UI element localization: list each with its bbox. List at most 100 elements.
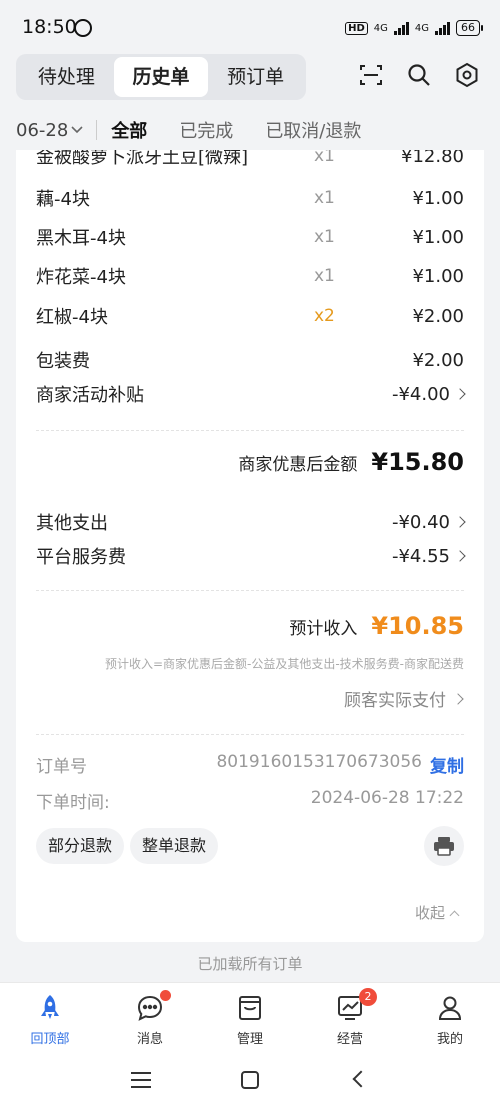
unread-dot (160, 990, 171, 1001)
merchant-subsidy-row[interactable]: 商家活动补贴 -¥4.00 (36, 382, 466, 406)
platform-fee-value: -¥4.55 (391, 545, 450, 567)
item-row: 藕-4块 x1 ¥1.00 (36, 186, 464, 211)
item-name: 炸花菜-4块 (36, 267, 126, 288)
back-icon[interactable] (352, 1070, 370, 1088)
network-label: 4G (373, 22, 388, 34)
packaging-row: 包装费 ¥2.00 (36, 348, 464, 373)
menu-icon[interactable] (131, 1072, 151, 1093)
filter-row: 06-28 全部 已完成 已取消/退款 (0, 112, 500, 148)
status-bar: 18:50 HD 4G 4G 66 (0, 0, 500, 60)
item-row: 炸花菜-4块 x1 ¥1.00 (36, 264, 464, 289)
expected-income-value: ¥10.85 (371, 612, 464, 640)
merchant-subsidy-value: -¥4.00 (391, 383, 450, 405)
other-expense-label: 其他支出 (36, 513, 108, 534)
item-row: 红椒-4块 x2 ¥2.00 (36, 304, 464, 329)
other-expense-row[interactable]: 其他支出 -¥0.40 (36, 510, 466, 534)
packaging-label: 包装费 (36, 351, 90, 372)
filter-tab-completed[interactable]: 已完成 (179, 117, 233, 143)
item-price: ¥1.00 (412, 187, 464, 209)
rocket-icon (41, 995, 59, 1019)
order-time-value: 2024-06-28 17:22 (310, 788, 464, 808)
system-nav-bar (0, 1052, 500, 1110)
platform-fee-label: 平台服务费 (36, 547, 126, 568)
item-name: 金被酸萝卜派牙土豆[微辣] (36, 150, 249, 168)
nav-item-business[interactable]: 2 经营 (300, 983, 400, 1052)
item-qty: x1 (314, 266, 335, 286)
divider (96, 120, 98, 140)
item-qty: x1 (314, 227, 335, 247)
item-name: 藕-4块 (36, 189, 90, 210)
search-icon[interactable] (406, 62, 432, 88)
print-button[interactable] (424, 826, 464, 866)
order-number-label: 订单号 (36, 757, 87, 777)
signal-icon-2 (435, 21, 450, 35)
item-price: ¥1.00 (412, 265, 464, 287)
dashed-divider (36, 430, 464, 431)
order-number-row: 订单号 8019160153170673056 复制 (36, 752, 464, 777)
store-icon (239, 996, 261, 1020)
notification-badge: 2 (359, 988, 377, 1006)
dashed-divider (36, 734, 464, 735)
partial-refund-button[interactable]: 部分退款 (36, 828, 125, 864)
bottom-nav: 回顶部 消息 管理 2 经营 我的 (0, 982, 500, 1052)
nav-item-manage[interactable]: 管理 (200, 983, 300, 1052)
other-expense-value: -¥0.40 (391, 511, 450, 533)
item-name: 红椒-4块 (36, 307, 108, 328)
top-icons (358, 62, 480, 88)
chevron-down-icon (71, 126, 83, 134)
loaded-all-notice: 已加载所有订单 (197, 955, 303, 973)
item-price: ¥1.00 (412, 226, 464, 248)
nav-label: 消息 (136, 1032, 163, 1047)
user-icon (438, 996, 462, 1020)
order-card: 金被酸萝卜派牙土豆[微辣] x1 ¥12.80 藕-4块 x1 ¥1.00 黑木… (16, 150, 484, 942)
settings-hexagon-icon[interactable] (454, 62, 480, 88)
item-row: 黑木耳-4块 x1 ¥1.00 (36, 225, 464, 250)
customer-paid-label: 顾客实际支付 (344, 691, 446, 711)
collapse-label: 收起 (414, 904, 445, 922)
home-icon[interactable] (241, 1071, 259, 1089)
scan-icon[interactable] (358, 62, 384, 88)
nav-item-messages[interactable]: 消息 (100, 983, 200, 1052)
filter-tab-all[interactable]: 全部 (111, 117, 147, 143)
tab-pending[interactable]: 待处理 (19, 57, 114, 97)
full-refund-button[interactable]: 整单退款 (130, 828, 219, 864)
customer-paid-link[interactable]: 顾客实际支付 (344, 686, 464, 711)
network-label-2: 4G (414, 22, 429, 34)
merchant-subsidy-label: 商家活动补贴 (36, 385, 144, 406)
tab-reserved[interactable]: 预订单 (208, 57, 303, 97)
chevron-right-icon (454, 388, 466, 400)
tab-history[interactable]: 历史单 (113, 57, 209, 97)
chevron-right-icon (452, 692, 464, 705)
date-selector[interactable]: 06-28 (16, 120, 84, 141)
expected-income-label: 预计收入 (289, 619, 358, 639)
printer-icon (434, 837, 454, 856)
expected-income-row: 预计收入 ¥10.85 (289, 612, 464, 640)
nav-item-top[interactable]: 回顶部 (0, 983, 100, 1052)
after-discount-row: 商家优惠后金额 ¥15.80 (238, 448, 464, 476)
order-tab-group: 待处理 历史单 预订单 (16, 54, 306, 100)
item-price: ¥2.00 (412, 305, 464, 327)
chevron-right-icon (454, 516, 466, 528)
chevron-up-icon (449, 910, 460, 920)
filter-tab-cancelled[interactable]: 已取消/退款 (265, 117, 361, 143)
item-qty: x2 (314, 306, 335, 326)
status-time: 18:50 (22, 16, 77, 38)
item-qty: x1 (314, 150, 335, 166)
top-bar: 待处理 历史单 预订单 (0, 54, 500, 104)
item-price: ¥12.80 (401, 150, 464, 167)
order-number-value: 8019160153170673056 (216, 752, 422, 772)
item-qty: x1 (314, 188, 335, 208)
copy-button[interactable]: 复制 (430, 752, 464, 777)
after-discount-label: 商家优惠后金额 (238, 455, 358, 475)
date-label: 06-28 (16, 119, 69, 141)
collapse-button[interactable]: 收起 (414, 902, 460, 923)
order-time-row: 下单时间: 2024-06-28 17:22 (36, 788, 464, 813)
nav-item-me[interactable]: 我的 (400, 983, 500, 1052)
income-formula: 预计收入=商家优惠后金额-公益及其他支出-技术服务费-商家配送费 (104, 657, 464, 671)
hd-icon: HD (345, 21, 368, 35)
nav-label: 回顶部 (30, 1032, 70, 1047)
item-row: 金被酸萝卜派牙土豆[微辣] x1 ¥12.80 (36, 150, 464, 168)
platform-fee-row[interactable]: 平台服务费 -¥4.55 (36, 544, 466, 568)
order-time-label: 下单时间: (36, 793, 110, 813)
packaging-value: ¥2.00 (412, 349, 464, 371)
